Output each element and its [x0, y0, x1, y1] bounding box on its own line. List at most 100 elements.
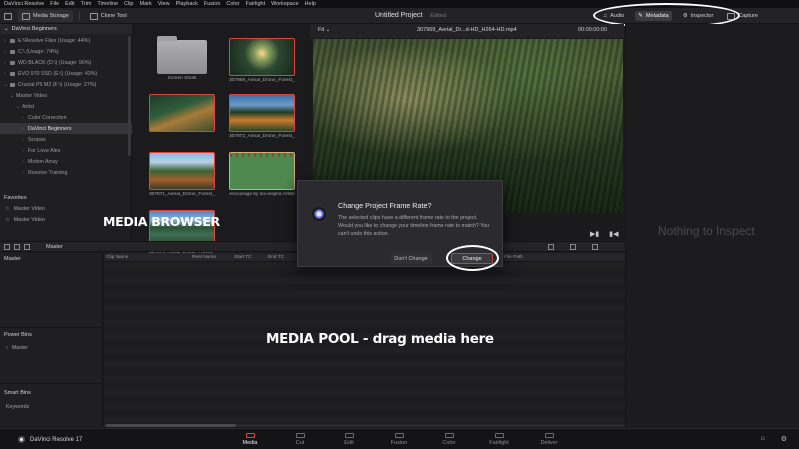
storage-item-for-love-alex[interactable]: › For Love Alex — [0, 145, 132, 156]
menu-item-color[interactable]: Color — [226, 1, 239, 7]
page-tab-label: Media — [242, 440, 258, 446]
annotation-media-pool: MEDIA POOL - drag media here — [266, 331, 494, 347]
media-storage-panel: ⌄ DaVinci Beginners › E:\Resolve Files (U… — [0, 24, 132, 240]
media-storage-button[interactable]: Media Storage — [18, 10, 73, 22]
chevron-right-icon: › — [6, 344, 8, 351]
zoom-fit-dropdown[interactable]: Fit ⌄ — [318, 27, 330, 33]
drive-icon — [10, 60, 15, 65]
home-icon[interactable]: ⌂ — [760, 435, 764, 443]
menu-item-timeline[interactable]: Timeline — [97, 1, 118, 7]
clip-thumbnail[interactable] — [149, 94, 215, 144]
media-pool-hscrollbar[interactable] — [104, 424, 625, 427]
favorites-title: Favorites — [4, 194, 27, 201]
settings-icon[interactable]: ⚙ — [781, 435, 787, 443]
clone-tool-icon — [89, 12, 98, 20]
thumbnail-label: 307971_Aerial_Drone_Forest_N... — [149, 192, 215, 197]
page-tab-fairlight[interactable]: Fairlight — [474, 429, 524, 449]
storage-item-wd-black-d-usage-96[interactable]: › WD BLACK (D:\) (Usage: 96%) — [0, 57, 132, 68]
menu-item-edit[interactable]: Edit — [65, 1, 74, 7]
page-tab-edit[interactable]: Edit — [324, 429, 374, 449]
drive-icon — [10, 82, 15, 87]
clip-thumbnail[interactable]: 307969_Aerial_Drone_Forest_N... — [229, 38, 295, 88]
storage-item-label: E:\Resolve Files (Usage: 44%) — [18, 37, 91, 44]
storage-path: DaVinci Beginners — [11, 26, 57, 32]
play-icon[interactable]: ▶▮ — [590, 230, 599, 238]
scrollbar-thumb[interactable] — [106, 424, 236, 427]
search-icon[interactable] — [570, 244, 576, 250]
storage-item-label: EVO 970 SSD (E:\) (Usage: 43%) — [18, 70, 98, 77]
favorite-item[interactable]: ☆ Master Video — [0, 203, 132, 214]
cut-page-icon — [295, 433, 305, 438]
color-page-icon — [444, 433, 454, 438]
master-bin[interactable]: Master — [0, 253, 103, 264]
menu-item-davinci-resolve[interactable]: DaVinci Resolve — [4, 1, 44, 7]
resolve-logo-icon — [18, 436, 25, 443]
forward-icon[interactable] — [24, 244, 30, 250]
menu-item-file[interactable]: File — [50, 1, 59, 7]
power-bin-master[interactable]: › Master — [0, 342, 103, 353]
menu-item-playback[interactable]: Playback — [176, 1, 198, 7]
menu-item-trim[interactable]: Trim — [81, 1, 92, 7]
storage-item-evo-970-ssd-e-usage-43[interactable]: › EVO 970 SSD (E:\) (Usage: 43%) — [0, 68, 132, 79]
menu-item-clip[interactable]: Clip — [124, 1, 133, 7]
smart-bin-keywords[interactable]: Keywords — [0, 401, 103, 412]
clip-thumbnail[interactable]: encourage by lux-inspira Artlist — [229, 152, 295, 202]
panel-toggle-icon[interactable] — [4, 12, 12, 20]
storage-item-e-resolve-files-usage-44[interactable]: › E:\Resolve Files (Usage: 44%) — [0, 35, 132, 46]
storage-item-color-correction[interactable]: › Color Correction — [0, 112, 132, 123]
page-tab-deliver[interactable]: Deliver — [524, 429, 574, 449]
storage-item-scopes[interactable]: › Scopes — [0, 134, 132, 145]
page-tab-label: Fusion — [390, 440, 408, 446]
storage-scrollbar[interactable] — [128, 36, 131, 156]
dont-change-button[interactable]: Don't Change — [390, 253, 432, 264]
storage-path-bar: ⌄ DaVinci Beginners — [0, 24, 132, 34]
column-header-reel-name[interactable]: Reel Name — [192, 255, 216, 260]
brand-label: DaVinci Resolve 17 — [30, 436, 83, 443]
view-mode-icon[interactable] — [548, 244, 554, 250]
clip-thumbnail[interactable]: 307972_Aerial_Drone_Forest_N... — [229, 94, 295, 144]
storage-item-davinci-beginners[interactable]: › DaVinci Beginners — [0, 123, 132, 134]
drive-icon — [10, 49, 15, 54]
menu-item-help[interactable]: Help — [305, 1, 316, 7]
skip-back-icon[interactable]: ▮◀ — [609, 230, 618, 238]
menu-item-fairlight[interactable]: Fairlight — [246, 1, 266, 7]
inspector-empty-text: Nothing to Inspect — [658, 224, 755, 238]
back-icon[interactable] — [14, 244, 20, 250]
menu-item-fusion[interactable]: Fusion — [204, 1, 221, 7]
davinci-logo-icon — [312, 207, 326, 221]
clone-tool-button[interactable]: Clone Tool — [86, 10, 131, 22]
storage-item-motion-array[interactable]: › Motion Array — [0, 156, 132, 167]
storage-item-label: Color Correction — [28, 114, 67, 121]
thumbnail-label: Screen Shots — [167, 76, 197, 81]
column-header-clip-name[interactable]: Clip Name — [106, 255, 128, 260]
brand: DaVinci Resolve 17 — [18, 436, 82, 443]
column-header-file-path[interactable]: File Path — [504, 255, 523, 260]
media-page-icon — [245, 433, 255, 438]
bin-list-icon[interactable] — [4, 244, 10, 250]
sort-icon[interactable] — [592, 244, 598, 250]
menu-item-mark[interactable]: Mark — [140, 1, 152, 7]
current-bin-label: Master — [46, 244, 63, 250]
storage-item-c-usage-74[interactable]: › C:\ (Usage: 74%) — [0, 46, 132, 57]
clip-thumbnail[interactable]: 307971_Aerial_Drone_Forest_N... — [149, 152, 215, 202]
media-storage-icon — [22, 12, 30, 20]
storage-item-resolve-training[interactable]: › Resolve Training — [0, 167, 132, 178]
page-tab-label: Edit — [344, 440, 354, 446]
media-storage-label: Media Storage — [33, 13, 69, 19]
page-tab-color[interactable]: Color — [424, 429, 474, 449]
chevron-down-icon[interactable]: ⌄ — [4, 26, 9, 32]
storage-item-master-video[interactable]: ⌄ Master Video — [0, 90, 132, 101]
page-tab-fusion[interactable]: Fusion — [374, 429, 424, 449]
menu-item-workspace[interactable]: Workspace — [271, 1, 298, 7]
storage-item-artist[interactable]: ⌄ Artist — [0, 101, 132, 112]
dialog-body: The selected clips have a different fram… — [338, 215, 490, 237]
capture-label: Capture — [738, 13, 758, 19]
column-header-end-tc[interactable]: End TC — [268, 255, 284, 260]
folder-thumbnail[interactable]: Screen Shots — [149, 36, 215, 88]
column-header-start-tc[interactable]: Start TC — [234, 255, 252, 260]
page-tab-cut[interactable]: Cut — [275, 429, 325, 449]
menu-item-view[interactable]: View — [158, 1, 170, 7]
storage-item-crucial-p5-m2-f-usage-27[interactable]: ⌄ Crucial P5 M2 (F:\) (Usage: 27%) — [0, 79, 132, 90]
page-tab-media[interactable]: Media — [225, 429, 275, 449]
drive-icon — [10, 38, 15, 43]
